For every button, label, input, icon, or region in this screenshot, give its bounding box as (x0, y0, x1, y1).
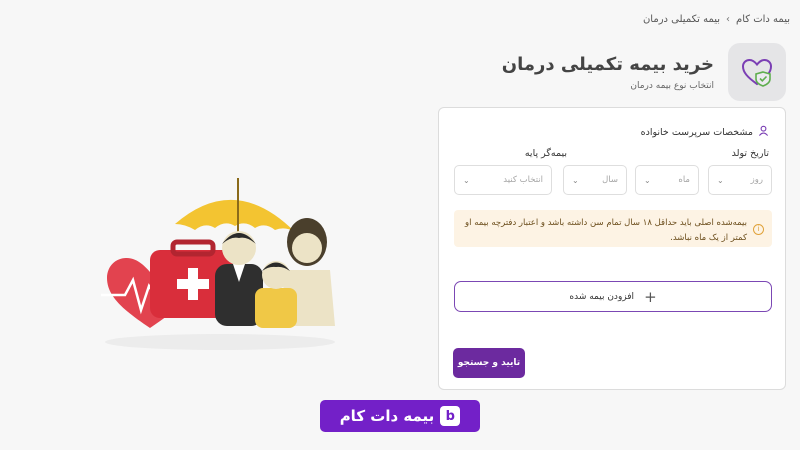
add-insured-label: افزودن بیمه شده (569, 291, 635, 302)
page-header: خرید بیمه تکمیلی درمان انتخاب نوع بیمه د… (502, 43, 786, 101)
month-select-value: ماه (678, 175, 690, 185)
add-insured-button[interactable]: + افزودن بیمه شده (454, 281, 772, 312)
breadcrumb-home-link[interactable]: بیمه دات کام (736, 14, 790, 25)
logo-text: بیمه دات کام (339, 407, 435, 425)
submit-search-button[interactable]: تایید و جستجو (453, 348, 525, 378)
year-select-value: سال (602, 175, 618, 185)
header-text: خرید بیمه تکمیلی درمان انتخاب نوع بیمه د… (502, 54, 714, 91)
chevron-down-icon: ⌄ (463, 175, 470, 185)
breadcrumb: بیمه دات کام › بیمه تکمیلی درمان (643, 14, 790, 25)
section-title-text: مشخصات سرپرست خانواده (640, 126, 753, 138)
age-notice: i بیمه‌شده اصلی باید حداقل ۱۸ سال تمام س… (454, 210, 772, 247)
day-select[interactable]: روز ⌄ (708, 165, 772, 195)
page-title: خرید بیمه تکمیلی درمان (501, 53, 714, 75)
logo-mark-icon: b (440, 406, 461, 426)
breadcrumb-current: بیمه تکمیلی درمان (642, 14, 721, 25)
chevron-down-icon: ⌄ (644, 175, 651, 185)
base-insurer-select-value: انتخاب کنید (503, 175, 543, 185)
brand-logo: b بیمه دات کام (320, 400, 480, 432)
plus-icon: + (644, 287, 657, 306)
heart-shield-icon (728, 43, 786, 101)
birth-date-label: تاریخ تولد (731, 148, 769, 159)
base-insurer-label: بیمه‌گر پایه (524, 148, 567, 159)
day-select-value: روز (750, 175, 763, 185)
user-icon (758, 125, 769, 139)
base-insurer-select[interactable]: انتخاب کنید ⌄ (454, 165, 552, 195)
family-insurance-illustration (95, 172, 345, 356)
chevron-down-icon: ⌄ (717, 175, 724, 185)
year-select[interactable]: سال ⌄ (563, 165, 627, 195)
info-icon: i (753, 224, 764, 235)
page-subtitle: انتخاب نوع بیمه درمان (630, 80, 714, 91)
breadcrumb-chevron-icon: › (726, 14, 731, 25)
chevron-down-icon: ⌄ (572, 175, 579, 185)
month-select[interactable]: ماه ⌄ (635, 165, 699, 195)
section-title: مشخصات سرپرست خانواده (641, 125, 769, 139)
family-head-form: مشخصات سرپرست خانواده تاریخ تولد بیمه‌گر… (438, 107, 786, 390)
notice-text: بیمه‌شده اصلی باید حداقل ۱۸ سال تمام سن … (465, 218, 747, 243)
